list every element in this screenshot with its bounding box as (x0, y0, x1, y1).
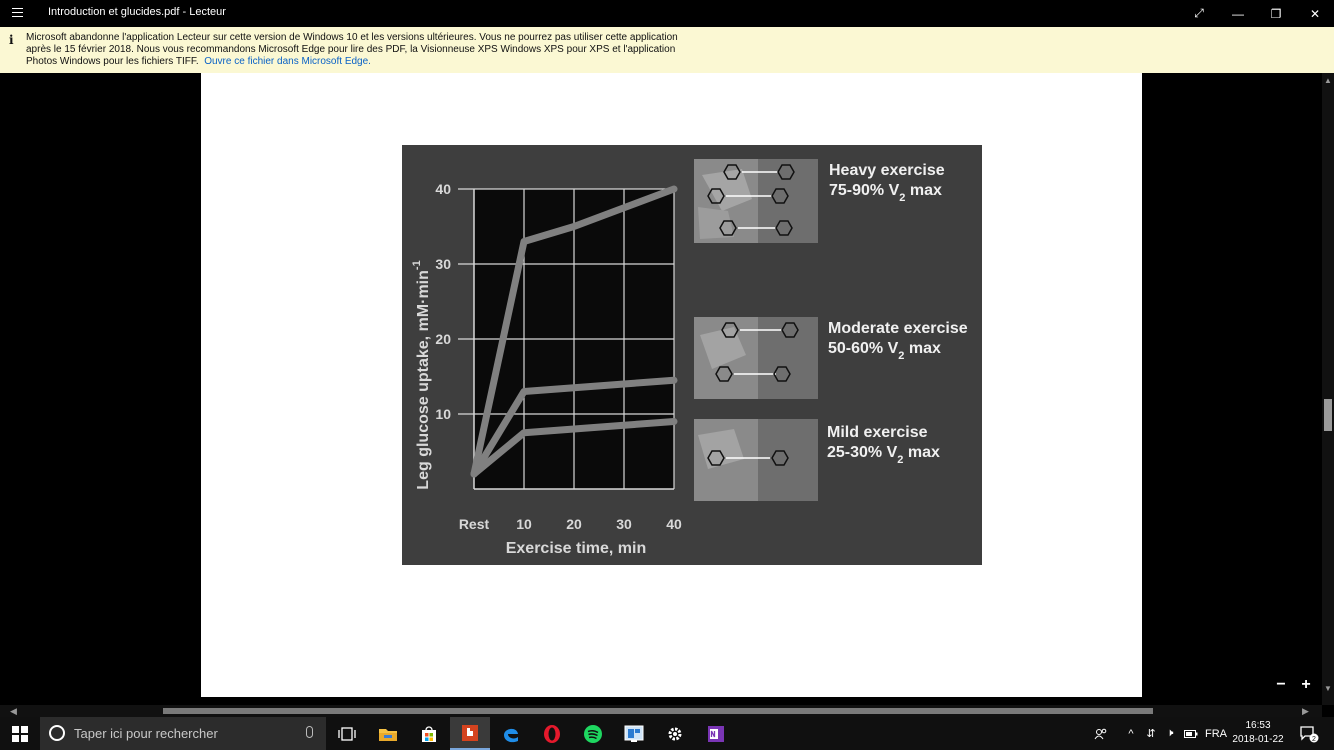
spotify-icon[interactable] (573, 717, 613, 750)
horizontal-scrollbar[interactable]: ◀ ▶ (0, 705, 1322, 717)
mild-exercise-tissue-image (694, 419, 818, 501)
y-tick-label: 10 (435, 406, 451, 422)
scroll-right-icon[interactable]: ▶ (1302, 706, 1309, 717)
x-tick-label: 10 (516, 516, 532, 532)
reader-icon[interactable] (450, 717, 490, 750)
search-placeholder: Taper ici pour rechercher (74, 726, 218, 741)
task-view-icon[interactable] (327, 717, 367, 750)
restore-button[interactable]: ❐ (1257, 0, 1295, 27)
people-icon[interactable] (1090, 717, 1112, 750)
open-in-edge-link[interactable]: Ouvre ce fichier dans Microsoft Edge. (204, 56, 371, 67)
clock[interactable]: 16:53 2018-01-22 (1230, 719, 1286, 747)
hamburger-menu-icon[interactable] (8, 5, 28, 21)
document-area[interactable]: 10 20 30 40 Rest 10 20 30 40 Leg glucose uptake… (0, 73, 1334, 705)
window-title: Introduction et glucides.pdf - Lecteur (48, 6, 226, 18)
close-button[interactable]: ✕ (1296, 0, 1334, 27)
x-tick-label: Rest (459, 516, 490, 532)
horizontal-scroll-thumb[interactable] (163, 708, 1153, 714)
glucose-uptake-figure: 10 20 30 40 Rest 10 20 30 40 Leg glucose uptake… (402, 145, 982, 565)
app-icon[interactable] (614, 717, 654, 750)
chevron-up-icon[interactable]: ^ (1122, 717, 1140, 750)
x-tick-label: 40 (666, 516, 682, 532)
scroll-left-icon[interactable]: ◀ (10, 706, 17, 717)
onenote-icon[interactable] (696, 717, 736, 750)
reader-window: Introduction et glucides.pdf - Lecteur ⤢… (0, 0, 1334, 750)
store-icon[interactable] (409, 717, 449, 750)
battery-icon[interactable] (1181, 717, 1201, 750)
banner-message: Microsoft abandonne l'application Lecteu… (26, 32, 686, 68)
heavy-exercise-label: Heavy exercise (829, 162, 945, 179)
chart-svg: 10 20 30 40 Rest 10 20 30 40 Leg glucose uptake… (402, 145, 982, 565)
notification-count: 2 (1312, 736, 1316, 743)
y-axis-label: Leg glucose uptake, mM·min-1 (411, 260, 432, 489)
network-icon[interactable]: ⇵ (1142, 717, 1160, 750)
zoom-out-button[interactable]: − (1272, 676, 1290, 694)
fullscreen-button[interactable]: ⤢ (1180, 0, 1218, 27)
mild-exercise-label: Mild exercise (827, 424, 928, 441)
cortana-icon (49, 725, 65, 741)
vertical-scroll-thumb[interactable] (1324, 399, 1332, 431)
start-button[interactable] (0, 717, 40, 750)
opera-icon[interactable] (532, 717, 572, 750)
edge-icon[interactable] (491, 717, 531, 750)
settings-icon[interactable] (655, 717, 695, 750)
zoom-in-button[interactable]: + (1297, 676, 1315, 694)
moderate-exercise-label: Moderate exercise (828, 320, 968, 337)
windows-logo-icon (12, 725, 28, 742)
x-tick-label: 20 (566, 516, 582, 532)
title-bar: Introduction et glucides.pdf - Lecteur ⤢… (0, 0, 1334, 27)
clock-date: 2018-01-22 (1232, 734, 1284, 745)
y-tick-label: 30 (435, 256, 451, 272)
y-tick-label: 20 (435, 331, 451, 347)
y-tick-label: 40 (435, 181, 451, 197)
heavy-exercise-tissue-image (694, 159, 818, 243)
vertical-scrollbar[interactable]: ▲ ▼ (1322, 73, 1334, 705)
minimize-button[interactable]: — (1219, 0, 1257, 27)
microphone-icon[interactable] (306, 726, 313, 738)
scroll-up-icon[interactable]: ▲ (1324, 77, 1332, 85)
file-explorer-icon[interactable] (368, 717, 408, 750)
action-center-icon[interactable]: 2 (1294, 717, 1324, 750)
x-axis-label: Exercise time, min (506, 540, 647, 557)
deprecation-banner: i Microsoft abandonne l'application Lect… (0, 27, 1334, 73)
info-icon: i (9, 33, 14, 47)
language-indicator[interactable]: FRA (1203, 717, 1229, 750)
volume-icon[interactable]: 🕨 (1160, 717, 1180, 750)
clock-time: 16:53 (1245, 720, 1271, 731)
taskbar-search-box[interactable]: Taper ici pour rechercher (40, 717, 326, 750)
scroll-down-icon[interactable]: ▼ (1324, 685, 1332, 693)
taskbar: Taper ici pour rechercher ^ ⇵ 🕨 FRA 16:5… (0, 717, 1334, 750)
moderate-exercise-tissue-image (694, 317, 818, 399)
x-tick-label: 30 (616, 516, 632, 532)
